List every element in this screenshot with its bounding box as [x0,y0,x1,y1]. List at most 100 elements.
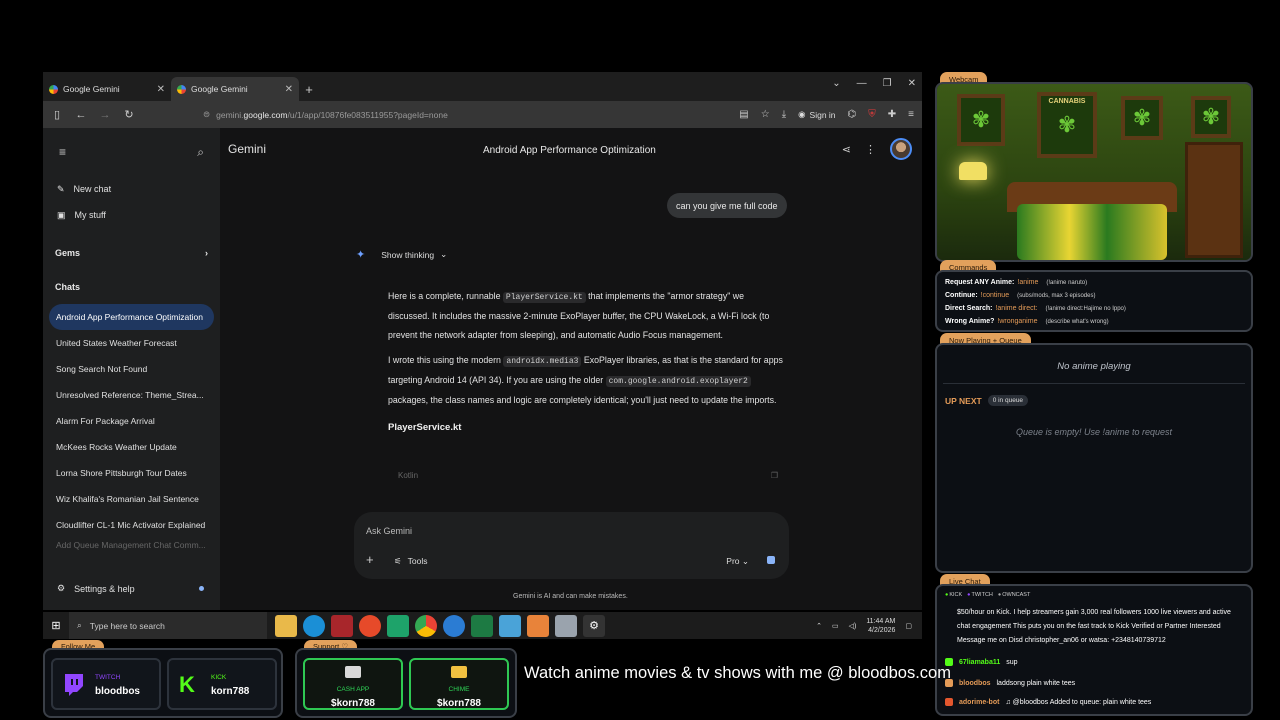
chat-username: 67liamaba11 [959,658,1001,666]
gems-header[interactable]: Gems › [43,236,220,270]
tools-icon: ⚟ [394,556,402,566]
volume-icon[interactable]: ◁) [849,622,857,630]
copy-icon[interactable]: ❐ [771,471,778,480]
tools-button[interactable]: ⚟ Tools [394,556,427,567]
chrome-icon[interactable] [415,614,437,637]
chat-message: adorime-bot ♫ @bloodbos Added to queue: … [945,698,1151,706]
platform-owncast: OWNCAST [998,592,1030,598]
sidebar-chat-item[interactable]: Add Queue Management Chat Comm... [49,538,214,552]
stop-generating-icon[interactable] [767,556,775,564]
sidebar-chat-item[interactable]: Alarm For Package Arrival [49,408,214,434]
avatar[interactable] [890,138,912,160]
new-tab-button[interactable]: + [299,77,319,101]
sidebar-chat-item[interactable]: Song Search Not Found [49,356,214,382]
cannabis-poster-icon: ✾ [1121,96,1163,140]
minimize-icon[interactable]: — [857,78,867,89]
platform-label: KICK [211,674,227,681]
window-controls: ⌄ — ❐ ✕ [832,78,916,89]
settings-gear-icon[interactable]: ⚙ [583,614,605,637]
now-playing-status: No anime playing [1057,361,1131,372]
chevron-right-icon: › [205,248,208,258]
extension-badge-icon[interactable]: ⛨ [868,109,876,120]
queue-panel: No anime playing UP NEXT 0 in queue Queu… [935,343,1253,573]
platform-label: TWITCH [95,674,121,681]
cash-icon [345,666,361,678]
app-icon[interactable] [387,614,409,637]
file-explorer-icon[interactable] [275,614,297,637]
close-tab-icon[interactable]: ✕ [285,84,293,95]
card-icon [451,666,467,678]
show-thinking-label: Show thinking [381,249,435,260]
model-selector[interactable]: Pro ⌄ [726,556,749,567]
add-attachment-icon[interactable]: + [366,552,374,567]
reader-mode-icon[interactable]: ▤ [739,109,748,120]
download-icon[interactable]: ⤓ [782,109,786,120]
my-stuff-label: My stuff [74,210,106,220]
reload-icon[interactable]: ↻ [123,108,135,121]
site-info-icon[interactable]: ⊜ [203,109,210,120]
sign-in-button[interactable]: ◉ Sign in [798,109,835,120]
tab-bar: Google Gemini ✕ Google Gemini ✕ + ⌄ — ❐ … [43,72,922,101]
tab-search-icon[interactable]: ⌄ [832,78,840,89]
chat-message: bloodbos laddsong plain white tees [945,679,1075,687]
prompt-input[interactable]: Ask Gemini [366,526,412,536]
app-icon[interactable] [499,614,521,637]
support-label: CASH APP [336,686,370,693]
menu-icon[interactable]: ≡ [908,109,914,120]
hamburger-menu-icon[interactable]: ≡ [59,145,66,159]
close-tab-icon[interactable]: ✕ [157,84,165,95]
google-favicon-icon [177,84,186,94]
back-icon[interactable]: ← [75,109,87,121]
url-field[interactable]: ⊜ gemini.google.com/u/1/app/10876fe08351… [203,101,448,128]
edge-icon[interactable] [303,614,325,637]
settings-help-button[interactable]: ⚙ Settings & help [43,583,220,594]
commands-panel: Request ANY Anime: !anime (!anime naruto) … [935,270,1253,332]
sidebar-chat-item[interactable]: United States Weather Forecast [49,330,214,356]
close-window-icon[interactable]: ✕ [908,78,916,89]
network-icon[interactable]: ▭ [832,622,839,630]
android-studio-icon[interactable] [527,614,549,637]
tools-label: Tools [407,556,428,566]
gemini-page: ≡ ⌕ ✎ New chat ▣ My stuff Gems › Chats A… [43,128,922,610]
tab-gemini-2[interactable]: Google Gemini ✕ [171,77,299,101]
sidebar-chat-item[interactable]: McKees Rocks Weather Update [49,434,214,460]
clock[interactable]: 11:44 AM 4/2/2026 [866,617,895,635]
show-thinking-toggle[interactable]: ✦ Show thinking ⌄ [356,248,447,261]
tab-gemini-1[interactable]: Google Gemini ✕ [43,77,171,101]
app-icon[interactable] [331,614,353,637]
sidebar-chat-item[interactable]: Lorna Shore Pittsburgh Tour Dates [49,460,214,486]
more-options-icon[interactable]: ⋮ [865,143,876,156]
sidebar-chat-item[interactable]: Cloudlifter CL-1 Mic Activator Explained [49,512,214,538]
share-icon[interactable]: ⋖ [842,143,851,156]
twitch-card: TWITCH bloodbos [51,658,161,710]
queue-empty-message: Queue is empty! Use !anime to request [1015,427,1173,437]
my-stuff-button[interactable]: ▣ My stuff [43,202,220,228]
extensions-icon[interactable]: ⌬ [848,109,857,120]
taskbar-search[interactable]: ⌕ Type here to search [69,612,267,639]
tray-overflow-icon[interactable]: ⌃ [816,622,822,630]
system-tray: ⌃ ▭ ◁) 11:44 AM 4/2/2026 ▢ [816,612,912,639]
google-favicon-icon [49,84,58,94]
app-icon[interactable] [443,614,465,637]
app-icon[interactable] [555,614,577,637]
sign-in-label: Sign in [809,109,836,120]
inline-code: com.google.android.exoplayer2 [605,376,751,388]
sidebar-chat-item[interactable]: Android App Performance Optimization [49,304,214,330]
sidebar-chat-item[interactable]: Unresolved Reference: Theme_Strea... [49,382,214,408]
gemini-brand[interactable]: Gemini [228,142,266,156]
sidebar-toggle-icon[interactable]: ▯ [51,108,63,121]
cashapp-card: CASH APP $korn788 [303,658,403,710]
code-language: Kotlin [398,470,419,480]
bookmark-star-icon[interactable]: ☆ [761,109,770,120]
restore-icon[interactable]: ❐ [883,78,892,89]
puzzle-icon[interactable]: ✚ [888,109,896,120]
new-chat-button[interactable]: ✎ New chat [43,176,220,202]
browser-app-icon[interactable] [359,614,381,637]
excel-icon[interactable] [471,614,493,637]
forward-icon[interactable]: → [99,109,111,121]
platform-twitch: TWITCH [967,592,993,598]
search-icon[interactable]: ⌕ [197,145,204,160]
sidebar-chat-item[interactable]: Wiz Khalifa's Romanian Jail Sentence [49,486,214,512]
notification-icon[interactable]: ▢ [905,622,912,630]
windows-start-icon[interactable]: ⊞ [43,619,69,632]
